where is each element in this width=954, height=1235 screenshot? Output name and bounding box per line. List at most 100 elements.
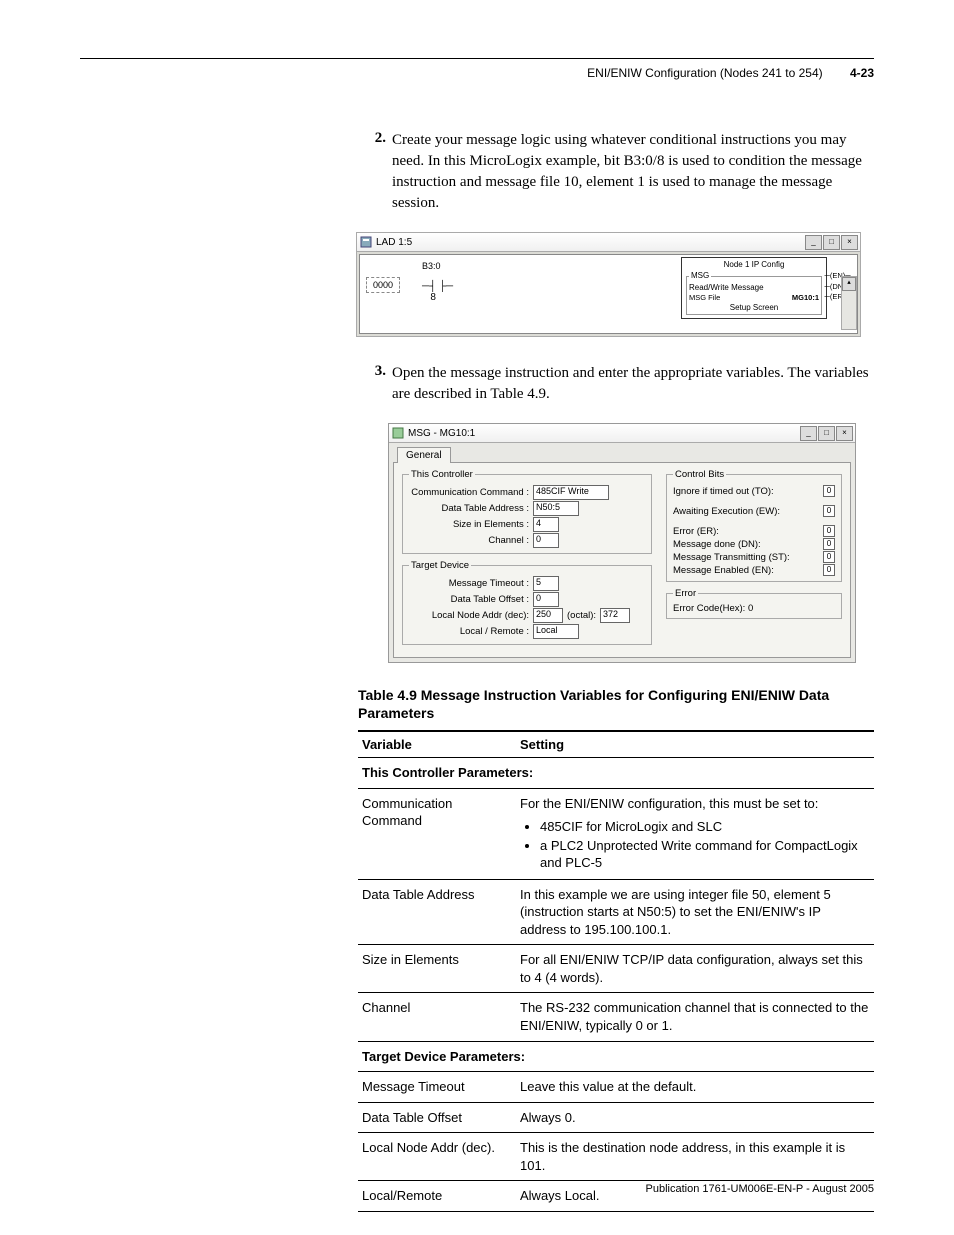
msg-timeout-input[interactable]: 5: [533, 576, 559, 591]
data-table-addr-label: Data Table Address :: [409, 503, 533, 514]
minimize-button[interactable]: _: [805, 235, 822, 250]
local-node-addr-label: Local Node Addr (dec):: [409, 610, 533, 621]
legend-this-controller: This Controller: [409, 469, 475, 480]
col-variable: Variable: [358, 731, 516, 758]
msg-readwrite: Read/Write Message: [689, 283, 819, 293]
channel-label: Channel :: [409, 535, 533, 546]
tab-general[interactable]: General: [397, 447, 451, 463]
comm-command-input[interactable]: 485CIF Write: [533, 485, 609, 500]
set-channel: The RS-232 communication channel that is…: [516, 993, 874, 1041]
channel-input[interactable]: 0: [533, 533, 559, 548]
var-local-node-addr: Local Node Addr (dec).: [358, 1133, 516, 1181]
msg-dialog-title: MSG - MG10:1: [408, 428, 475, 439]
set-size-elements: For all ENI/ENIW TCP/IP data configurati…: [516, 945, 874, 993]
ctrl-dn-label: Message done (DN):: [673, 539, 761, 550]
size-elements-label: Size in Elements :: [409, 519, 533, 530]
error-code-text: Error Code(Hex): 0: [673, 603, 835, 614]
msg-close-button[interactable]: ×: [836, 426, 853, 441]
data-table-offset-input[interactable]: 0: [533, 592, 559, 607]
header-rule: [80, 58, 874, 59]
ladder-title: LAD 1:5: [376, 237, 412, 248]
var-size-elements: Size in Elements: [358, 945, 516, 993]
table-caption: Table 4.9 Message Instruction Variables …: [358, 687, 874, 722]
close-button[interactable]: ×: [841, 235, 858, 250]
data-table-addr-input[interactable]: N50:5: [533, 501, 579, 516]
msg-instruction-box: Node 1 IP Config MSG Read/Write Message …: [681, 257, 827, 319]
msg-setup-screen: Setup Screen: [689, 303, 819, 313]
set-comm-b1: 485CIF for MicroLogix and SLC: [540, 818, 870, 836]
tab-panel-general: This Controller Communication Command :4…: [393, 462, 851, 658]
msg-group-label: MSG: [689, 271, 711, 281]
msg-box-title: Node 1 IP Config: [686, 260, 822, 270]
rung-number: 0000: [366, 277, 400, 293]
step-3-text: Open the message instruction and enter t…: [392, 363, 874, 405]
ctrl-ew-label: Awaiting Execution (EW):: [673, 506, 780, 517]
ctrl-to-label: Ignore if timed out (TO):: [673, 486, 774, 497]
section-title: ENI/ENIW Configuration (Nodes 241 to 254…: [587, 66, 822, 80]
msg-file-value: MG10:1: [792, 293, 819, 303]
col-setting: Setting: [516, 731, 874, 758]
group-this-controller: This Controller Communication Command :4…: [402, 469, 652, 554]
table-row: Communication Command For the ENI/ENIW c…: [358, 788, 874, 879]
set-comm-b2: a PLC2 Unprotected Write command for Com…: [540, 837, 870, 872]
local-node-addr-dec-input[interactable]: 250: [533, 608, 563, 623]
comm-command-label: Communication Command :: [409, 487, 533, 498]
set-msg-timeout: Leave this value at the default.: [516, 1072, 874, 1103]
var-msg-timeout: Message Timeout: [358, 1072, 516, 1103]
step-2-number: 2.: [358, 130, 392, 214]
var-data-table-offset: Data Table Offset: [358, 1102, 516, 1133]
contact-symbol: ─┤ ├─ 8: [422, 281, 453, 303]
ctrl-er-value: 0: [823, 525, 835, 537]
ladder-scrollbar[interactable]: ▴: [841, 276, 857, 330]
legend-error: Error: [673, 588, 698, 599]
step-3-number: 3.: [358, 363, 392, 405]
ladder-titlebar: LAD 1:5 _ □ ×: [357, 233, 860, 252]
figure-ladder: LAD 1:5 _ □ × 0000 B3:0 ─┤ ├─ 8 Node 1 I…: [356, 232, 861, 337]
local-remote-input[interactable]: Local: [533, 624, 579, 639]
group-error: Error Error Code(Hex): 0: [666, 588, 842, 619]
msg-file-label: MSG File: [689, 293, 720, 303]
group-control-bits: Control Bits Ignore if timed out (TO):0 …: [666, 469, 842, 582]
ctrl-to-value[interactable]: 0: [823, 485, 835, 497]
ctrl-st-label: Message Transmitting (ST):: [673, 552, 790, 563]
msg-minimize-button[interactable]: _: [800, 426, 817, 441]
set-data-table-offset: Always 0.: [516, 1102, 874, 1133]
data-table-offset-label: Data Table Offset :: [409, 594, 533, 605]
ctrl-en-label: Message Enabled (EN):: [673, 565, 774, 576]
set-local-node-addr: This is the destination node address, in…: [516, 1133, 874, 1181]
ladder-canvas: 0000 B3:0 ─┤ ├─ 8 Node 1 IP Config MSG R…: [359, 254, 858, 334]
group-target-device: Target Device Message Timeout :5 Data Ta…: [402, 560, 652, 645]
ctrl-ew-value: 0: [823, 505, 835, 517]
subhead-target-device: Target Device Parameters:: [358, 1041, 874, 1072]
subhead-this-controller: This Controller Parameters:: [358, 758, 874, 789]
msg-window-icon: [391, 426, 405, 440]
ctrl-er-label: Error (ER):: [673, 526, 719, 537]
table-row: Local Node Addr (dec). This is the desti…: [358, 1133, 874, 1181]
legend-target-device: Target Device: [409, 560, 471, 571]
legend-control-bits: Control Bits: [673, 469, 726, 480]
local-node-addr-oct-input: 372: [600, 608, 630, 623]
ctrl-st-value: 0: [823, 551, 835, 563]
var-data-table-addr: Data Table Address: [358, 879, 516, 945]
set-comm-lead: For the ENI/ENIW configuration, this mus…: [520, 796, 818, 811]
contact-address: B3:0: [422, 261, 441, 271]
page-header: ENI/ENIW Configuration (Nodes 241 to 254…: [587, 66, 874, 80]
page-number: 4-23: [850, 66, 874, 80]
msg-timeout-label: Message Timeout :: [409, 578, 533, 589]
table-row: Size in Elements For all ENI/ENIW TCP/IP…: [358, 945, 874, 993]
size-elements-input[interactable]: 4: [533, 517, 559, 532]
maximize-button[interactable]: □: [823, 235, 840, 250]
ctrl-en-value: 0: [823, 564, 835, 576]
msg-maximize-button[interactable]: □: [818, 426, 835, 441]
step-2-text: Create your message logic using whatever…: [392, 130, 874, 214]
parameters-table: Variable Setting This Controller Paramet…: [358, 730, 874, 1212]
var-local-remote: Local/Remote: [358, 1181, 516, 1212]
scroll-up-button[interactable]: ▴: [842, 277, 856, 291]
table-row: Channel The RS-232 communication channel…: [358, 993, 874, 1041]
table-row: Data Table Address In this example we ar…: [358, 879, 874, 945]
var-channel: Channel: [358, 993, 516, 1041]
msg-dialog-titlebar: MSG - MG10:1 _ □ ×: [389, 424, 855, 443]
contact-bit: 8: [430, 292, 436, 303]
table-header-row: Variable Setting: [358, 731, 874, 758]
table-row: Data Table Offset Always 0.: [358, 1102, 874, 1133]
